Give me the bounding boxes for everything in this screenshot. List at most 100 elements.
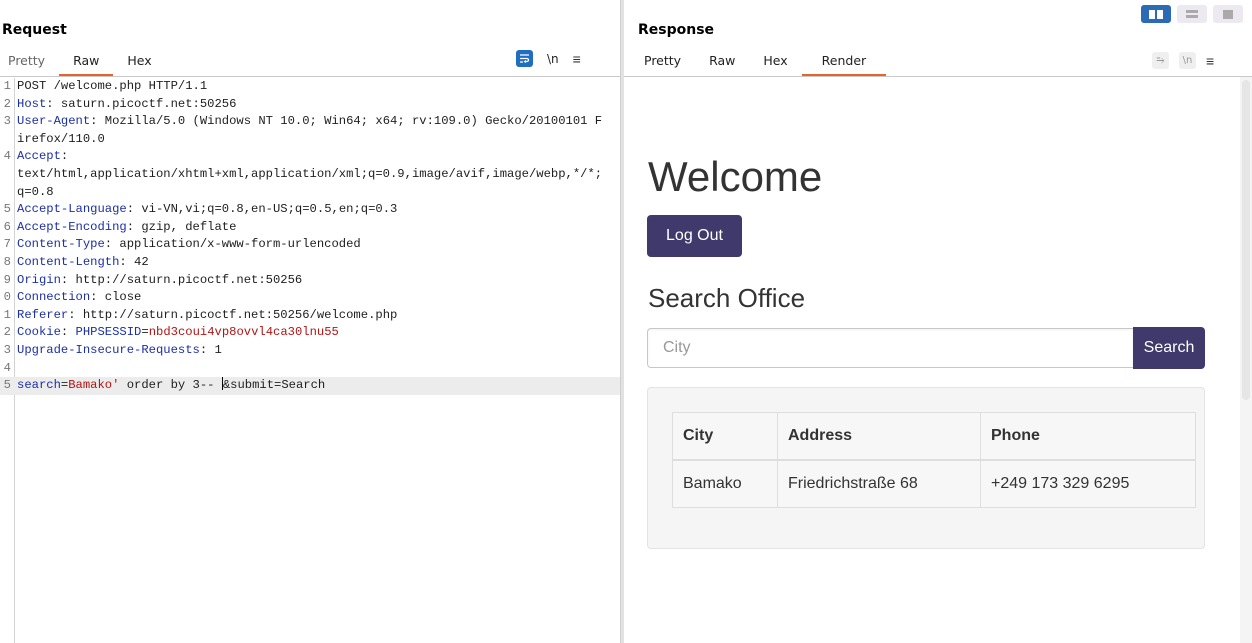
editor-line[interactable]: 2 Host: saturn.picoctf.net:50256 [0,96,620,114]
line-number: 5 [3,202,11,217]
line-number: 8 [3,254,11,269]
cookie-value: nbd3coui4vp8ovvl4ca30lnu55 [148,325,339,340]
side-by-side-layout-icon[interactable] [1141,5,1171,23]
line-number: 6 [3,219,11,234]
request-toolbar: \n ≡ [516,50,581,67]
column-header-phone: Phone [980,412,1196,461]
body-param-value: Bamako' [68,378,120,393]
header-value: : 1 [199,342,222,357]
scrollbar-thumb[interactable] [1242,80,1250,400]
rendered-page: Welcome Log Out Search Office Search Cit… [624,77,1238,643]
editor-line[interactable]: 6 Accept-Encoding: gzip, deflate [0,219,620,237]
response-tab-pretty[interactable]: Pretty [630,52,695,74]
response-pane: Response Pretty Raw Hex Render ⥱ \n ≡ We… [624,0,1252,643]
header-key: Origin [17,272,61,287]
body-rest: &submit=Search [222,378,326,393]
page-heading: Welcome [648,153,823,200]
header-key: Referer [17,307,69,322]
header-separator: : [60,325,76,340]
cell-city: Bamako [672,459,778,508]
response-title: Response [638,22,715,38]
cell-phone: +249 173 329 6295 [980,459,1196,508]
request-tab-hex[interactable]: Hex [113,52,165,74]
layout-toggle [1141,5,1243,23]
request-tabs: Pretty Raw Hex [0,52,166,76]
header-value: : http://saturn.picoctf.net:50256 [60,272,303,287]
editor-line[interactable]: 4 [0,360,620,378]
newline-toggle-icon[interactable]: \n [547,52,559,66]
line-number: 7 [3,237,11,252]
response-tab-hex[interactable]: Hex [749,52,801,74]
line-number: 1 [3,79,11,93]
editor-line[interactable]: 1 Referer: http://saturn.picoctf.net:502… [0,307,620,325]
results-panel: City Address Phone Bamako Friedrichstraß… [647,387,1205,549]
line-number: 0 [3,290,11,305]
logout-button[interactable]: Log Out [647,215,742,257]
header-key: Accept [17,149,61,164]
body-injection: order by 3-- [119,378,222,393]
search-button[interactable]: Search [1133,327,1205,369]
line-number: 5 [3,378,11,393]
request-tab-pretty[interactable]: Pretty [0,52,59,74]
editor-line[interactable]: 1 POST /welcome.php HTTP/1.1 [0,78,620,96]
line-number: 4 [3,149,11,164]
request-pane: Request Pretty Raw Hex \n ≡ 1 POST /welc… [0,0,620,643]
editor-line[interactable]: 2 Cookie: PHPSESSID=nbd3coui4vp8ovvl4ca3… [0,324,620,342]
header-key: Accept-Encoding [17,219,127,234]
header-value: : http://saturn.picoctf.net:50256/welcom… [68,307,398,322]
line-number: 2 [3,325,11,340]
response-tab-raw[interactable]: Raw [695,52,749,74]
header-value: : application/x-www-form-urlencoded [104,237,361,252]
stacked-layout-icon[interactable] [1177,5,1207,23]
header-value: : Mozilla/5.0 (Windows NT 10.0; Win64; x… [17,114,603,146]
header-key: Accept-Language [17,202,127,217]
single-tab-layout-icon[interactable] [1213,5,1243,23]
column-header-address: Address [777,412,981,461]
header-key: Content-Type [17,237,105,252]
editor-line-current[interactable]: 5 search=Bamako' order by 3-- &submit=Se… [0,377,620,395]
header-key: Cookie [17,325,61,340]
line-text [14,360,607,378]
header-key: Upgrade-Insecure-Requests [17,342,200,357]
menu-icon[interactable]: ≡ [573,51,581,67]
line-number: 3 [3,114,11,129]
editor-line[interactable]: 9 Origin: http://saturn.picoctf.net:5025… [0,272,620,290]
response-toolbar: ⥱ \n ≡ [1152,52,1214,69]
line-number: 4 [3,360,11,375]
word-wrap-icon[interactable] [516,50,533,67]
header-value: : gzip, deflate [126,219,237,234]
editor-line[interactable]: 7 Content-Type: application/x-www-form-u… [0,236,620,254]
header-value: : 42 [119,254,149,269]
request-editor[interactable]: 1 POST /welcome.php HTTP/1.1 2 Host: sat… [0,78,620,395]
city-search-input[interactable] [647,328,1133,368]
editor-line[interactable]: 3 User-Agent: Mozilla/5.0 (Windows NT 10… [0,113,620,148]
editor-line[interactable]: 4 Accept: text/html,application/xhtml+xm… [0,148,620,201]
editor-line[interactable]: 0 Connection: close [0,289,620,307]
header-key: Host [17,96,47,111]
menu-icon[interactable]: ≡ [1206,53,1214,69]
newline-toggle-icon[interactable]: \n [1179,52,1196,69]
cookie-equals: = [141,325,149,340]
line-number: 9 [3,272,11,287]
table-row: Bamako Friedrichstraße 68 +249 173 329 6… [672,459,1196,508]
editor-line[interactable]: 8 Content-Length: 42 [0,254,620,272]
request-title: Request [2,22,67,38]
response-tabs: Pretty Raw Hex Render [630,52,886,76]
column-header-city: City [672,412,778,461]
line-number: 3 [3,342,11,357]
body-param-name: search [17,378,61,393]
header-value: : vi-VN,vi;q=0.8,en-US;q=0.5,en;q=0.3 [126,202,398,217]
header-value: : saturn.picoctf.net:50256 [46,96,237,111]
line-number: 1 [3,307,11,322]
word-wrap-icon[interactable]: ⥱ [1152,52,1169,69]
search-heading: Search Office [648,283,806,313]
results-table: City Address Phone Bamako Friedrichstraß… [672,412,1196,508]
response-tab-render[interactable]: Render [801,52,887,76]
header-value: : close [90,290,142,305]
request-tab-raw[interactable]: Raw [59,52,114,76]
header-key: User-Agent [17,114,91,129]
editor-line[interactable]: 5 Accept-Language: vi-VN,vi;q=0.8,en-US;… [0,201,620,219]
divider [0,76,620,77]
cell-address: Friedrichstraße 68 [777,459,981,508]
editor-line[interactable]: 3 Upgrade-Insecure-Requests: 1 [0,342,620,360]
